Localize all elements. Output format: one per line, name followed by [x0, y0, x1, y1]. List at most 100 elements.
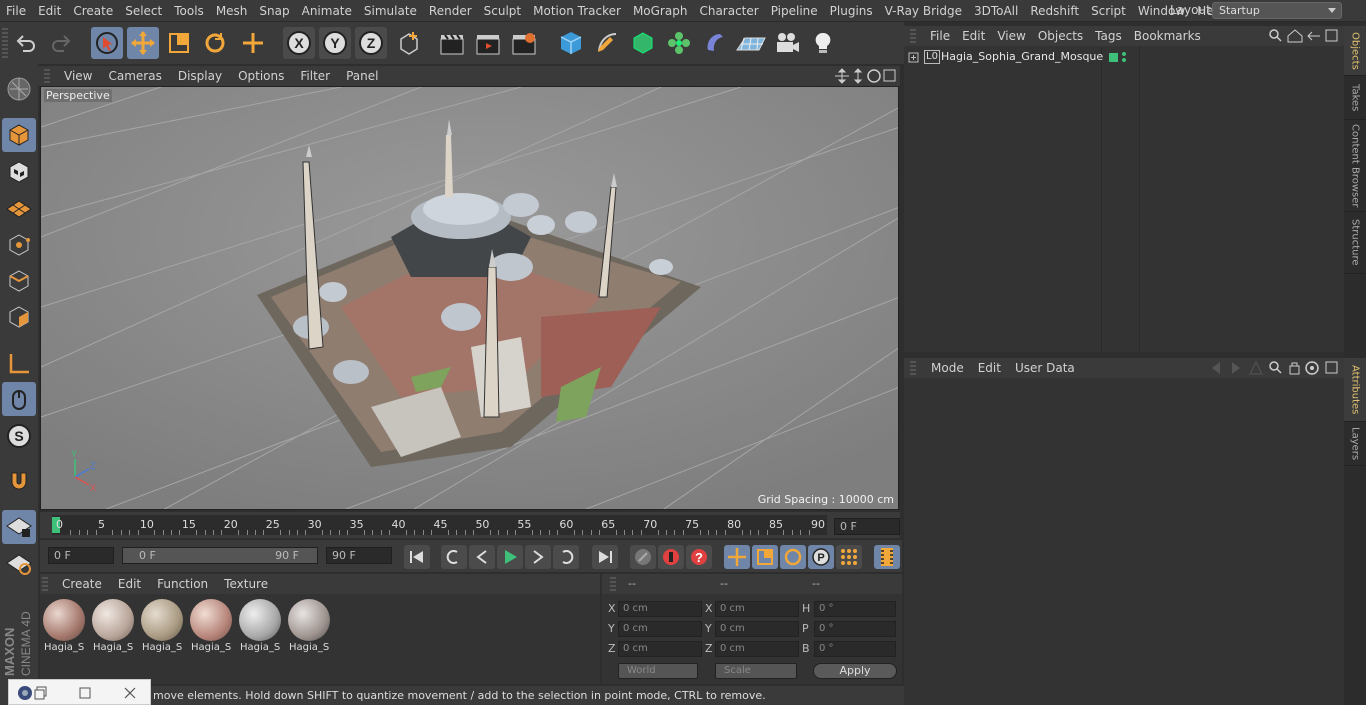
attribute-grip[interactable] — [910, 361, 916, 375]
material-swatch[interactable]: Hagia_S — [189, 598, 233, 654]
tab-attributes[interactable]: Attributes — [1344, 358, 1366, 422]
close-icon[interactable] — [122, 685, 138, 701]
object-grip[interactable] — [910, 29, 916, 43]
menu-mograph[interactable]: MoGraph — [627, 4, 694, 18]
material-swatch[interactable]: Hagia_S — [91, 598, 135, 654]
previous-key-button[interactable] — [441, 545, 467, 569]
apply-button[interactable]: Apply — [813, 663, 897, 679]
locked-workplane-button[interactable] — [2, 510, 36, 544]
object-menu-tags[interactable]: Tags — [1089, 29, 1128, 43]
menu-file[interactable]: File — [0, 4, 32, 18]
previous-frame-button[interactable] — [469, 545, 495, 569]
menu-snap[interactable]: Snap — [253, 4, 295, 18]
viewport-menu-filter[interactable]: Filter — [292, 69, 338, 83]
attribute-toolbar-icons[interactable] — [1200, 360, 1340, 376]
subdivision-surface-button[interactable] — [627, 27, 659, 59]
key-parameter-button[interactable]: P — [808, 545, 834, 569]
x-axis-button[interactable]: X — [283, 27, 315, 59]
material-grip[interactable] — [42, 577, 48, 591]
size-x-field[interactable]: 0 cm — [715, 601, 799, 617]
make-editable-button[interactable] — [2, 72, 36, 106]
menu-character[interactable]: Character — [693, 4, 764, 18]
tab-objects[interactable]: Objects — [1344, 26, 1366, 76]
live-selection-button[interactable] — [91, 27, 123, 59]
object-menu-objects[interactable]: Objects — [1032, 29, 1089, 43]
tab-content-browser[interactable]: Content Browser — [1344, 120, 1366, 212]
material-swatch[interactable]: Hagia_S — [42, 598, 86, 654]
object-menu-view[interactable]: View — [991, 29, 1031, 43]
snap-settings-button[interactable]: S — [2, 419, 36, 453]
layer-color-swatch[interactable] — [1109, 53, 1118, 62]
y-axis-button[interactable]: Y — [319, 27, 351, 59]
key-rotation-button[interactable] — [780, 545, 806, 569]
key-position-button[interactable] — [724, 545, 750, 569]
world-select[interactable]: World — [618, 663, 698, 679]
next-frame-button[interactable] — [525, 545, 551, 569]
object-menu-bookmarks[interactable]: Bookmarks — [1128, 29, 1207, 43]
undo-button[interactable] — [10, 27, 42, 59]
viewport-nav-icons[interactable] — [834, 68, 896, 84]
end-frame-field[interactable]: 90 F — [326, 547, 392, 564]
texture-mode-button[interactable] — [2, 155, 36, 189]
workplane-mode-button[interactable] — [2, 191, 36, 225]
tweak-mode-button[interactable] — [2, 382, 36, 416]
rotate-tool-button[interactable] — [199, 27, 231, 59]
model-mode-button[interactable] — [2, 118, 36, 152]
cube-primitive-button[interactable] — [555, 27, 587, 59]
move-tool-button[interactable] — [127, 27, 159, 59]
attribute-menu-mode[interactable]: Mode — [924, 361, 971, 375]
keyframe-selection-button[interactable]: ? — [686, 545, 712, 569]
viewport-menu-view[interactable]: View — [56, 69, 100, 83]
material-menu-edit[interactable]: Edit — [110, 577, 149, 591]
object-row[interactable]: L0 Hagia_Sophia_Grand_Mosque — [904, 50, 1103, 66]
pos-y-field[interactable]: 0 cm — [618, 621, 702, 637]
autokeying-button[interactable] — [658, 545, 684, 569]
menu-mesh[interactable]: Mesh — [210, 4, 254, 18]
go-to-end-button[interactable] — [592, 545, 618, 569]
3d-viewport[interactable]: Y Z X Perspective Grid Spacing : 10000 c… — [40, 86, 899, 510]
tab-layers[interactable]: Layers — [1344, 422, 1366, 466]
attribute-menu-user-data[interactable]: User Data — [1008, 361, 1082, 375]
edit-render-settings-button[interactable] — [508, 27, 540, 59]
object-name[interactable]: Hagia_Sophia_Grand_Mosque — [941, 50, 1103, 63]
timeline-ruler[interactable]: 0 5 10 15 20 25 30 35 40 45 50 55 60 65 70 75 80 85 90 — [52, 515, 827, 535]
menu-plugins[interactable]: Plugins — [824, 4, 879, 18]
expand-icon[interactable] — [908, 52, 920, 64]
menu-render[interactable]: Render — [423, 4, 478, 18]
scale-select[interactable]: Scale — [715, 663, 797, 679]
edges-mode-button[interactable] — [2, 264, 36, 298]
current-frame-field[interactable]: 0 F — [834, 518, 900, 535]
tab-structure[interactable]: Structure — [1344, 212, 1366, 274]
attribute-menu-edit[interactable]: Edit — [971, 361, 1008, 375]
restore-icon[interactable] — [33, 685, 49, 701]
viewport-menu-panel[interactable]: Panel — [338, 69, 386, 83]
object-toolbar-icons[interactable] — [1268, 28, 1340, 44]
next-key-button[interactable] — [553, 545, 579, 569]
scale-tool-button[interactable] — [163, 27, 195, 59]
recent-tool-button[interactable] — [237, 27, 269, 59]
enable-axis-button[interactable] — [2, 346, 36, 380]
start-frame-field[interactable]: 0 F — [48, 547, 114, 564]
floor-button[interactable] — [735, 27, 767, 59]
material-swatch[interactable]: Hagia_S — [140, 598, 184, 654]
go-to-start-button[interactable] — [404, 545, 430, 569]
tab-takes[interactable]: Takes — [1344, 76, 1366, 120]
maximize-icon[interactable] — [77, 685, 93, 701]
frame-range-slider[interactable]: 0 F 90 F — [122, 547, 318, 564]
material-menu-function[interactable]: Function — [149, 577, 216, 591]
camera-button[interactable] — [771, 27, 803, 59]
polygons-mode-button[interactable] — [2, 300, 36, 334]
object-menu-file[interactable]: File — [924, 29, 956, 43]
menu-motion-tracker[interactable]: Motion Tracker — [527, 4, 627, 18]
cloner-button[interactable] — [663, 27, 695, 59]
menu-pipeline[interactable]: Pipeline — [765, 4, 824, 18]
menu-redshift[interactable]: Redshift — [1024, 4, 1085, 18]
viewport-menu-cameras[interactable]: Cameras — [100, 69, 169, 83]
material-menu-create[interactable]: Create — [54, 577, 110, 591]
editor-visibility-dot[interactable] — [1122, 52, 1126, 56]
size-z-field[interactable]: 0 cm — [715, 641, 799, 657]
menu-sculpt[interactable]: Sculpt — [478, 4, 527, 18]
viewport-menu-options[interactable]: Options — [230, 69, 292, 83]
redo-button[interactable] — [45, 27, 77, 59]
menu-select[interactable]: Select — [119, 4, 168, 18]
